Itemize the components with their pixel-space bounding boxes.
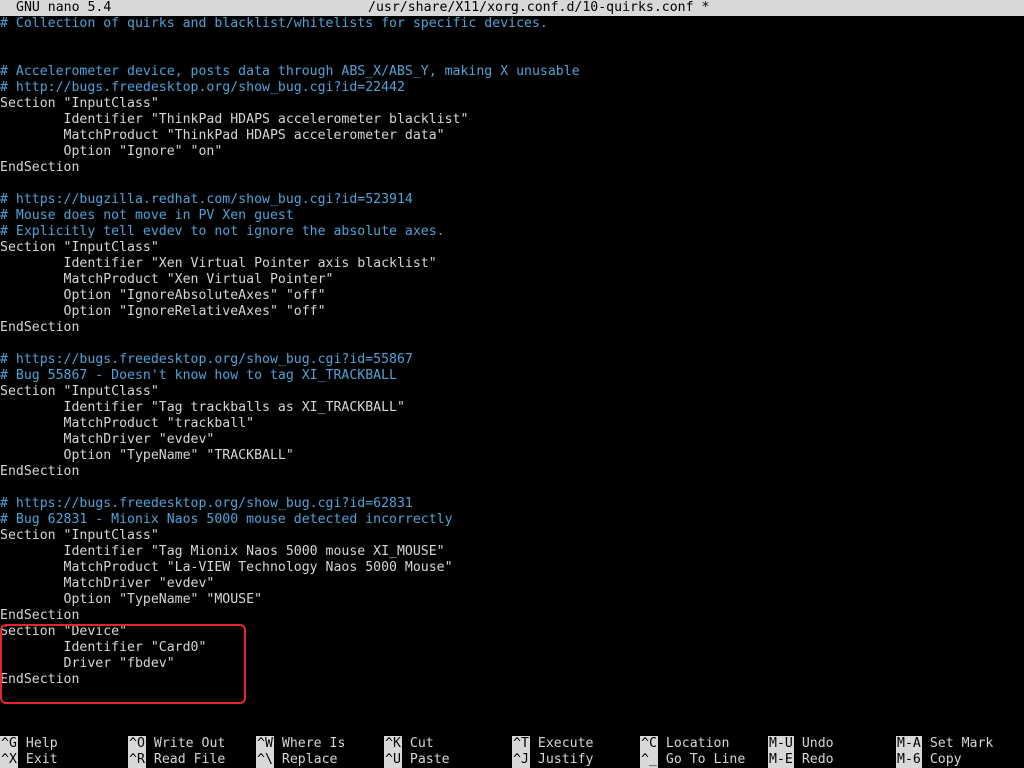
shortcut-label: Where Is [281, 736, 346, 751]
shortcut-key: ^G [0, 736, 18, 752]
editor-text-area[interactable]: # Collection of quirks and blacklist/whi… [0, 16, 1024, 720]
code-line[interactable]: Identifier "Card0" [0, 640, 1024, 656]
code-line[interactable]: EndSection [0, 320, 1024, 336]
code-line[interactable]: Section "InputClass" [0, 96, 1024, 112]
title-bar: GNU nano 5.4 /usr/share/X11/xorg.conf.d/… [0, 0, 1024, 16]
code-line[interactable]: MatchProduct "La-VIEW Technology Naos 50… [0, 560, 1024, 576]
shortcut-key: ^X [0, 752, 18, 768]
shortcut-redo[interactable]: M-E Redo [768, 752, 834, 768]
shortcut-paste[interactable]: ^U Paste [384, 752, 450, 768]
shortcut-read-file[interactable]: ^R Read File [128, 752, 225, 768]
app-name: GNU nano 5.4 [16, 0, 112, 15]
code-line[interactable]: Option "IgnoreAbsoluteAxes" "off" [0, 288, 1024, 304]
shortcut-replace[interactable]: ^\ Replace [256, 752, 337, 768]
shortcut-exit[interactable]: ^X Exit [0, 752, 58, 768]
shortcut-label: Set Mark [929, 736, 994, 751]
code-line[interactable]: MatchDriver "evdev" [0, 576, 1024, 592]
code-line[interactable]: Driver "fbdev" [0, 656, 1024, 672]
code-line[interactable]: EndSection [0, 608, 1024, 624]
code-line[interactable] [0, 48, 1024, 64]
shortcut-copy[interactable]: M-6 Copy [896, 752, 962, 768]
shortcut-label: Write Out [153, 736, 226, 751]
shortcut-label: Copy [929, 752, 962, 767]
code-line[interactable] [0, 336, 1024, 352]
shortcut-key: ^J [512, 752, 530, 768]
shortcut-label: Read File [153, 752, 226, 767]
comment-line[interactable]: # https://bugs.freedesktop.org/show_bug.… [0, 352, 1024, 368]
shortcut-help[interactable]: ^G Help [0, 736, 58, 752]
shortcut-key: ^O [128, 736, 146, 752]
code-line[interactable]: Option "Ignore" "on" [0, 144, 1024, 160]
shortcut-label: Location [665, 736, 730, 751]
code-line[interactable]: Identifier "ThinkPad HDAPS accelerometer… [0, 112, 1024, 128]
shortcut-set-mark[interactable]: M-A Set Mark [896, 736, 993, 752]
shortcut-label: Redo [801, 752, 834, 767]
shortcut-key: ^_ [640, 752, 658, 768]
shortcut-label: Justify [537, 752, 594, 767]
shortcut-key: M-U [768, 736, 794, 752]
shortcut-key: M-A [896, 736, 922, 752]
shortcut-key: M-6 [896, 752, 922, 768]
code-line[interactable]: Section "Device" [0, 624, 1024, 640]
comment-line[interactable]: # Accelerometer device, posts data throu… [0, 64, 1024, 80]
shortcut-key: ^U [384, 752, 402, 768]
comment-line[interactable]: # https://bugs.freedesktop.org/show_bug.… [0, 496, 1024, 512]
code-line[interactable]: Section "InputClass" [0, 240, 1024, 256]
code-line[interactable]: Section "InputClass" [0, 384, 1024, 400]
shortcut-undo[interactable]: M-U Undo [768, 736, 834, 752]
code-line[interactable]: MatchDriver "evdev" [0, 432, 1024, 448]
comment-line[interactable]: # Collection of quirks and blacklist/whi… [0, 16, 1024, 32]
code-line[interactable]: Identifier "Tag Mionix Naos 5000 mouse X… [0, 544, 1024, 560]
shortcut-key: ^\ [256, 752, 274, 768]
code-line[interactable]: Option "TypeName" "MOUSE" [0, 592, 1024, 608]
shortcut-where-is[interactable]: ^W Where Is [256, 736, 345, 752]
code-line[interactable]: MatchProduct "ThinkPad HDAPS acceleromet… [0, 128, 1024, 144]
code-line[interactable]: EndSection [0, 464, 1024, 480]
shortcut-label: Paste [409, 752, 450, 767]
code-line[interactable]: Option "IgnoreRelativeAxes" "off" [0, 304, 1024, 320]
shortcut-cut[interactable]: ^K Cut [384, 736, 434, 752]
code-line[interactable]: Identifier "Tag trackballs as XI_TRACKBA… [0, 400, 1024, 416]
shortcut-label: Help [25, 736, 58, 751]
comment-line[interactable]: # Mouse does not move in PV Xen guest [0, 208, 1024, 224]
code-line[interactable]: Option "TypeName" "TRACKBALL" [0, 448, 1024, 464]
code-line[interactable] [0, 32, 1024, 48]
code-line[interactable]: Identifier "Xen Virtual Pointer axis bla… [0, 256, 1024, 272]
shortcut-key: ^K [384, 736, 402, 752]
shortcut-key: M-E [768, 752, 794, 768]
code-line[interactable]: MatchProduct "trackball" [0, 416, 1024, 432]
shortcut-key: ^C [640, 736, 658, 752]
shortcut-key: ^W [256, 736, 274, 752]
shortcut-label: Undo [801, 736, 834, 751]
shortcut-label: Execute [537, 736, 594, 751]
comment-line[interactable]: # Explicitly tell evdev to not ignore th… [0, 224, 1024, 240]
shortcut-location[interactable]: ^C Location [640, 736, 729, 752]
shortcut-label: Exit [25, 752, 58, 767]
code-line[interactable]: EndSection [0, 160, 1024, 176]
comment-line[interactable]: # Bug 62831 - Mionix Naos 5000 mouse det… [0, 512, 1024, 528]
shortcut-key: ^R [128, 752, 146, 768]
shortcut-label: Cut [409, 736, 434, 751]
file-path: /usr/share/X11/xorg.conf.d/10-quirks.con… [368, 0, 710, 15]
comment-line[interactable]: # https://bugzilla.redhat.com/show_bug.c… [0, 192, 1024, 208]
shortcut-label: Go To Line [665, 752, 746, 767]
shortcut-justify[interactable]: ^J Justify [512, 752, 593, 768]
code-line[interactable] [0, 176, 1024, 192]
shortcut-key: ^T [512, 736, 530, 752]
shortcut-go-to-line[interactable]: ^_ Go To Line [640, 752, 745, 768]
shortcut-execute[interactable]: ^T Execute [512, 736, 593, 752]
shortcut-write-out[interactable]: ^O Write Out [128, 736, 225, 752]
code-line[interactable]: MatchProduct "Xen Virtual Pointer" [0, 272, 1024, 288]
shortcut-bar: ^G Help ^X Exit ^O Write Out ^R Read File ^W Wher… [0, 736, 1024, 768]
comment-line[interactable]: # http://bugs.freedesktop.org/show_bug.c… [0, 80, 1024, 96]
code-line[interactable]: EndSection [0, 672, 1024, 688]
comment-line[interactable]: # Bug 55867 - Doesn't know how to tag XI… [0, 368, 1024, 384]
code-line[interactable]: Section "InputClass" [0, 528, 1024, 544]
code-line[interactable] [0, 480, 1024, 496]
shortcut-label: Replace [281, 752, 338, 767]
